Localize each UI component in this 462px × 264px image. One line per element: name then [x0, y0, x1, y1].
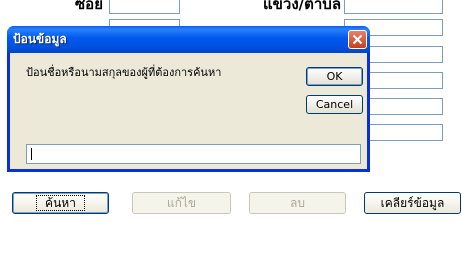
soi-label: ซอย [75, 0, 103, 13]
dialog-title: ป้อนข้อมูล [13, 32, 67, 46]
edit-button[interactable]: แก้ไข [132, 192, 231, 214]
dialog-titlebar[interactable]: ป้อนข้อมูล [7, 26, 370, 53]
dialog-input[interactable] [26, 144, 361, 164]
close-button[interactable] [348, 30, 367, 49]
cancel-button[interactable]: Cancel [306, 95, 363, 114]
dialog-prompt: ป้อนชื่อหรือนามสกุลของผู้ที่ต้องการค้นหา [26, 66, 222, 79]
search-button[interactable]: ค้นหา [12, 192, 109, 214]
screen: ซอย แขวง/ตำบล อง ค้นหา แก้ไข ลบ เคลียร์ข… [0, 0, 462, 264]
ok-button[interactable]: OK [306, 67, 363, 86]
subdistrict-label: แขวง/ตำบล [263, 0, 342, 13]
edit-button-label: แก้ไข [166, 196, 197, 210]
delete-button-label: ลบ [290, 196, 305, 210]
soi-field[interactable] [109, 0, 180, 14]
close-icon [352, 34, 363, 45]
input-dialog: ป้อนข้อมูล ป้อนชื่อหรือนามสกุลของผู้ที่ต… [7, 26, 370, 172]
clear-button[interactable]: เคลียร์ข้อมูล [364, 192, 461, 214]
search-button-label: ค้นหา [36, 195, 85, 211]
clear-button-label: เคลียร์ข้อมูล [380, 196, 445, 210]
delete-button[interactable]: ลบ [249, 192, 346, 214]
subdistrict-field[interactable] [344, 0, 443, 14]
text-caret [31, 148, 32, 160]
